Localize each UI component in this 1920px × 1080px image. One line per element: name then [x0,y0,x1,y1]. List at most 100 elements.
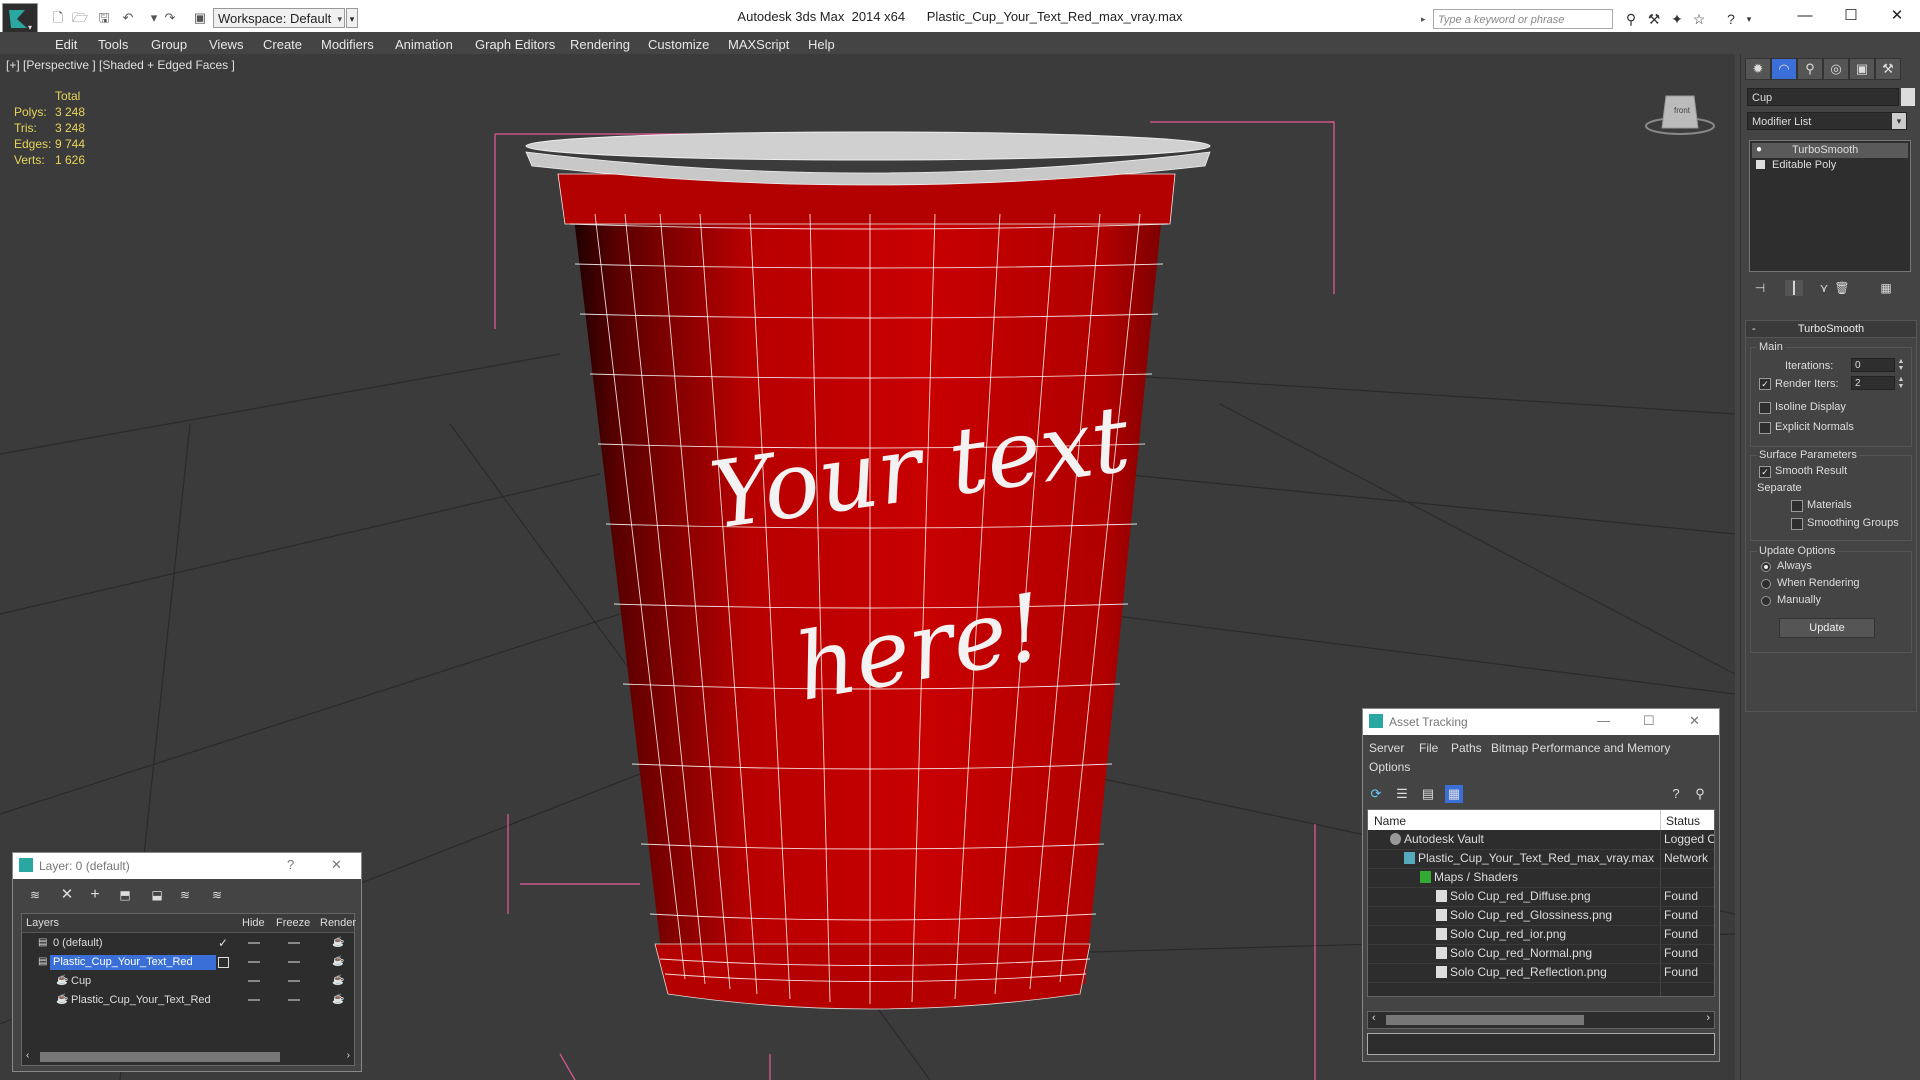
scroll-thumb[interactable] [1386,1015,1584,1025]
render-teapot-icon[interactable]: ☕ [332,937,344,949]
render-teapot-icon[interactable]: ☕ [332,956,344,968]
table-row[interactable]: Solo Cup_red_Normal.png Found [1368,944,1714,964]
tree-view-icon[interactable]: ▤ [1419,785,1437,803]
maximize-button[interactable]: ☐ [1643,713,1655,729]
layer-window-titlebar[interactable]: Layer: 0 (default) ? ✕ [13,853,361,879]
table-row[interactable]: Solo Cup_red_Diffuse.png Found [1368,887,1714,907]
menu-animation[interactable]: Animation [395,37,453,52]
rollout-header[interactable]: - TurboSmooth [1746,321,1916,338]
explicit-normals-checkbox[interactable] [1759,422,1771,434]
menu-rendering[interactable]: Rendering [570,37,630,52]
layer-row[interactable]: ▤ 0 (default) ✓ ☕ [22,934,354,953]
help-button[interactable]: ? [287,857,294,872]
table-row[interactable]: Solo Cup_red_Reflection.png Found [1368,963,1714,983]
communication-icon[interactable]: ✦ [1668,10,1686,28]
lightbulb-icon[interactable]: ● [1756,145,1765,155]
menu-group[interactable]: Group [151,37,187,52]
expand-plus-icon[interactable] [1756,160,1765,169]
stack-item-editable-poly[interactable]: Editable Poly [1752,158,1908,173]
menu-tools[interactable]: Tools [98,37,128,52]
scroll-right-icon[interactable]: › [1706,1012,1710,1024]
freeze-toggle[interactable] [288,980,300,982]
create-tab-icon[interactable]: ✹ [1745,58,1771,80]
binoculars-icon[interactable]: ⚲ [1622,10,1640,28]
menu-paths[interactable]: Paths [1451,741,1482,755]
highlight-layer-icon[interactable]: ⬓ [149,887,165,903]
minimize-button[interactable]: — [1782,4,1828,28]
menu-file[interactable]: File [1419,741,1438,755]
freeze-toggle[interactable] [288,961,300,963]
table-row[interactable]: Autodesk Vault Logged Out [1368,830,1714,850]
utilities-tab-icon[interactable]: ⚒ [1875,58,1901,80]
horizontal-scrollbar[interactable]: ‹ › [21,1049,355,1066]
object-color-swatch[interactable] [1901,88,1915,106]
modifier-list-dropdown[interactable]: Modifier List ▾ [1747,112,1907,130]
menu-modifiers[interactable]: Modifiers [321,37,374,52]
table-row[interactable]: Solo Cup_red_Glossiness.png Found [1368,906,1714,926]
layers-icon[interactable]: ≋ [27,887,43,903]
hide-toggle[interactable] [248,999,260,1001]
when-rendering-radio[interactable] [1761,579,1771,589]
scroll-thumb[interactable] [40,1052,280,1062]
motion-tab-icon[interactable]: ◎ [1823,58,1849,80]
render-iters-spinner[interactable]: 2 [1851,376,1895,390]
materials-checkbox[interactable] [1791,500,1803,512]
layer-row[interactable]: ☕ Plastic_Cup_Your_Text_Red ☕ [22,991,354,1010]
search-input[interactable]: Type a keyword or phrase [1433,9,1613,29]
horizontal-scrollbar[interactable]: ‹ › [1367,1011,1715,1029]
delete-layer-icon[interactable]: ✕ [59,887,75,903]
update-button[interactable]: Update [1779,618,1875,638]
scroll-right-icon[interactable]: › [347,1050,350,1061]
remove-modifier-icon[interactable]: 🗑 [1833,280,1851,296]
scroll-left-icon[interactable]: ‹ [26,1050,29,1061]
hide-toggle[interactable] [248,980,260,982]
viewcube[interactable] [1645,95,1715,135]
select-layer-icon[interactable]: ⬒ [117,887,133,903]
help-search-icon[interactable]: ⚲ [1691,785,1709,803]
freeze-all-icon[interactable]: ≋ [209,887,225,903]
active-checkmark-icon[interactable]: ✓ [218,936,228,950]
menu-customize[interactable]: Customize [648,37,709,52]
list-view-icon[interactable]: ☰ [1393,785,1411,803]
table-row[interactable]: Plastic_Cup_Your_Text_Red_max_vray.max N… [1368,849,1714,869]
render-iters-checkbox[interactable]: ✓ [1759,378,1771,390]
close-icon[interactable]: ✕ [1689,713,1700,729]
always-radio[interactable] [1761,562,1771,572]
iterations-spinner[interactable]: 0 [1851,358,1895,372]
viewport-label[interactable]: [+] [Perspective ] [Shaded + Edged Faces… [6,58,235,72]
stack-item-turbosmooth[interactable]: ● TurboSmooth [1752,143,1908,158]
smooth-result-checkbox[interactable]: ✓ [1759,466,1771,478]
favorites-star-icon[interactable]: ☆ [1690,10,1708,28]
search-expand-icon[interactable]: ▸ [1421,10,1431,28]
table-view-icon[interactable]: ▦ [1445,785,1463,803]
pin-stack-icon[interactable]: ⊣ [1751,280,1769,296]
subscription-icon[interactable]: ⚒ [1645,10,1663,28]
refresh-icon[interactable]: ⟳ [1367,785,1385,803]
menu-server[interactable]: Server [1369,741,1404,755]
close-button[interactable]: ✕ [1874,4,1920,28]
close-icon[interactable]: ✕ [331,857,342,873]
menu-edit[interactable]: Edit [55,37,77,52]
column-header[interactable]: Render [320,917,356,929]
manually-radio[interactable] [1761,596,1771,606]
smoothing-groups-checkbox[interactable] [1791,518,1803,530]
display-tab-icon[interactable]: ▣ [1849,58,1875,80]
hide-toggle[interactable] [248,961,260,963]
help-icon[interactable]: ? [1667,785,1685,803]
menu-bitmap-performance[interactable]: Bitmap Performance and Memory [1491,741,1670,755]
isoline-checkbox[interactable] [1759,402,1771,414]
maximize-button[interactable]: ☐ [1828,4,1874,28]
render-teapot-icon[interactable]: ☕ [332,975,344,987]
column-header[interactable]: Name [1374,814,1406,828]
menu-create[interactable]: Create [263,37,302,52]
object-name-input[interactable]: Cup [1747,88,1899,106]
asset-path-input[interactable] [1367,1033,1715,1055]
modify-tab-icon[interactable]: ◠ [1771,58,1797,80]
menu-maxscript[interactable]: MAXScript [728,37,789,52]
table-row[interactable]: Solo Cup_red_ior.png Found [1368,925,1714,945]
menu-options[interactable]: Options [1369,760,1410,774]
hide-all-icon[interactable]: ≋ [177,887,193,903]
configure-sets-icon[interactable]: ▦ [1877,280,1895,296]
column-header[interactable]: Hide [242,917,265,929]
minimize-button[interactable]: — [1597,713,1610,728]
